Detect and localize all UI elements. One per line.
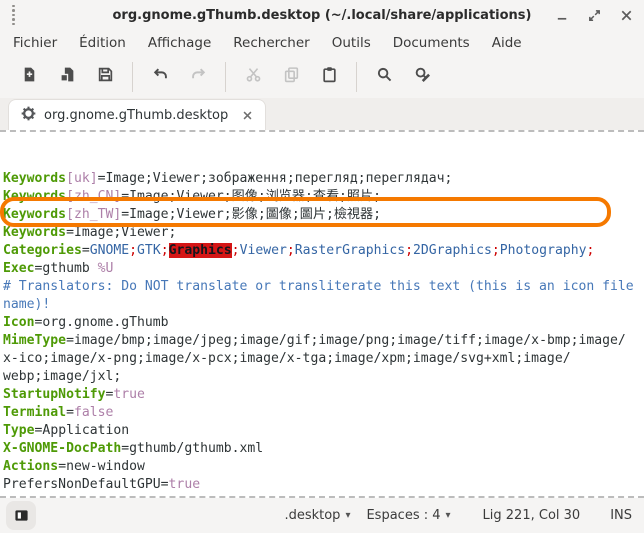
window-drag-handle-icon bbox=[12, 5, 15, 26]
redo-icon bbox=[190, 66, 207, 87]
paste-button[interactable] bbox=[316, 64, 342, 90]
minimize-icon[interactable] bbox=[554, 7, 570, 23]
toolbar-separator bbox=[356, 62, 357, 92]
close-icon[interactable] bbox=[618, 7, 634, 23]
window-title: org.gnome.gThumb.desktop (~/.local/share… bbox=[0, 8, 644, 23]
status-right: .desktop ▾ Espaces : 4 ▾ Lig 221, Col 30… bbox=[278, 504, 632, 527]
language-label: .desktop bbox=[284, 508, 340, 523]
search-and-replace-button[interactable] bbox=[409, 64, 435, 90]
copy-icon bbox=[283, 66, 300, 87]
search-and-replace-icon bbox=[414, 66, 431, 87]
code-line: MimeType=image/bmp;image/jpeg;image/gif;… bbox=[3, 332, 644, 350]
code-line: x-ico;image/x-png;image/x-pcx;image/x-tg… bbox=[3, 350, 644, 368]
text-editor-area[interactable]: Keywords[uk]=Image;Viewer;зображення;пер… bbox=[0, 130, 644, 498]
status-bar: .desktop ▾ Espaces : 4 ▾ Lig 221, Col 30… bbox=[0, 498, 644, 533]
window-controls bbox=[554, 7, 634, 23]
code-line: StartupNotify=true bbox=[3, 386, 644, 404]
code-line: Type=Application bbox=[3, 422, 644, 440]
insert-mode-indicator: INS bbox=[610, 508, 632, 523]
redo-button[interactable] bbox=[185, 64, 211, 90]
menu-bar: FichierÉditionAffichageRechercherOutilsD… bbox=[0, 30, 644, 55]
language-selector[interactable]: .desktop ▾ bbox=[278, 504, 356, 527]
menu-rechercher[interactable]: Rechercher bbox=[222, 32, 320, 54]
code-line: Terminal=false bbox=[3, 404, 644, 422]
code-line: # Translators: Do NOT translate or trans… bbox=[3, 278, 644, 296]
tab-org-gnome-gthumb-desktop[interactable]: org.gnome.gThumb.desktop bbox=[8, 99, 266, 130]
tab-width-selector[interactable]: Espaces : 4 ▾ bbox=[360, 504, 456, 527]
open-document-button[interactable] bbox=[54, 64, 80, 90]
cut-icon bbox=[245, 66, 262, 87]
code-line: X-GNOME-DocPath=gthumb/gthumb.xml bbox=[3, 440, 644, 458]
toolbar-separator bbox=[132, 62, 133, 92]
paste-icon bbox=[321, 66, 338, 87]
new-document-icon bbox=[21, 66, 38, 87]
code-line: PrefersNonDefaultGPU=true bbox=[3, 476, 644, 494]
gear-icon bbox=[21, 106, 36, 125]
code-line bbox=[3, 494, 644, 498]
side-panel-toggle-button[interactable] bbox=[6, 501, 36, 530]
code-line: Icon=org.gnome.gThumb bbox=[3, 314, 644, 332]
code-line: name)! bbox=[3, 296, 644, 314]
save-document-icon bbox=[97, 66, 114, 87]
title-bar: org.gnome.gThumb.desktop (~/.local/share… bbox=[0, 0, 644, 30]
code-line: Keywords=Image;Viewer; bbox=[3, 224, 644, 242]
undo-icon bbox=[152, 66, 169, 87]
editor-window: org.gnome.gThumb.desktop (~/.local/share… bbox=[0, 0, 644, 533]
menu-edition[interactable]: Édition bbox=[68, 32, 137, 54]
code-line: Actions=new-window bbox=[3, 458, 644, 476]
tab-width-label: Espaces : 4 bbox=[366, 508, 440, 523]
editor-content: Keywords[uk]=Image;Viewer;зображення;пер… bbox=[3, 170, 644, 498]
menu-outils[interactable]: Outils bbox=[321, 32, 382, 54]
cursor-position: Lig 221, Col 30 bbox=[483, 508, 581, 523]
tab-label: org.gnome.gThumb.desktop bbox=[44, 108, 228, 123]
code-line: Keywords[uk]=Image;Viewer;зображення;пер… bbox=[3, 170, 644, 188]
new-document-button[interactable] bbox=[16, 64, 42, 90]
menu-aide[interactable]: Aide bbox=[481, 32, 533, 54]
code-line: Keywords[zh_TW]=Image;Viewer;影像;圖像;圖片;檢視… bbox=[3, 206, 644, 224]
menu-affichage[interactable]: Affichage bbox=[137, 32, 222, 54]
tab-close-icon[interactable] bbox=[242, 110, 253, 121]
restore-window-icon[interactable] bbox=[586, 7, 602, 23]
toolbar-separator bbox=[225, 62, 226, 92]
code-line: Exec=gthumb %U bbox=[3, 260, 644, 278]
code-line: webp;image/jxl; bbox=[3, 368, 644, 386]
open-document-icon bbox=[59, 66, 76, 87]
menu-documents[interactable]: Documents bbox=[382, 32, 481, 54]
cut-button[interactable] bbox=[240, 64, 266, 90]
save-document-button[interactable] bbox=[92, 64, 118, 90]
copy-button[interactable] bbox=[278, 64, 304, 90]
chevron-down-icon: ▾ bbox=[446, 510, 451, 521]
search-match-highlight: Graphics bbox=[169, 243, 232, 258]
menu-fichier[interactable]: Fichier bbox=[2, 32, 68, 54]
code-line: Categories=GNOME;GTK;Graphics;Viewer;Ras… bbox=[3, 242, 644, 260]
side-panel-icon bbox=[14, 508, 29, 523]
chevron-down-icon: ▾ bbox=[345, 510, 350, 521]
toolbar bbox=[0, 55, 644, 98]
tab-bar: org.gnome.gThumb.desktop bbox=[0, 98, 644, 130]
code-line: Keywords[zh_CN]=Image;Viewer;图像;浏览器;查看;照… bbox=[3, 188, 644, 206]
search-button[interactable] bbox=[371, 64, 397, 90]
undo-button[interactable] bbox=[147, 64, 173, 90]
search-icon bbox=[376, 66, 393, 87]
